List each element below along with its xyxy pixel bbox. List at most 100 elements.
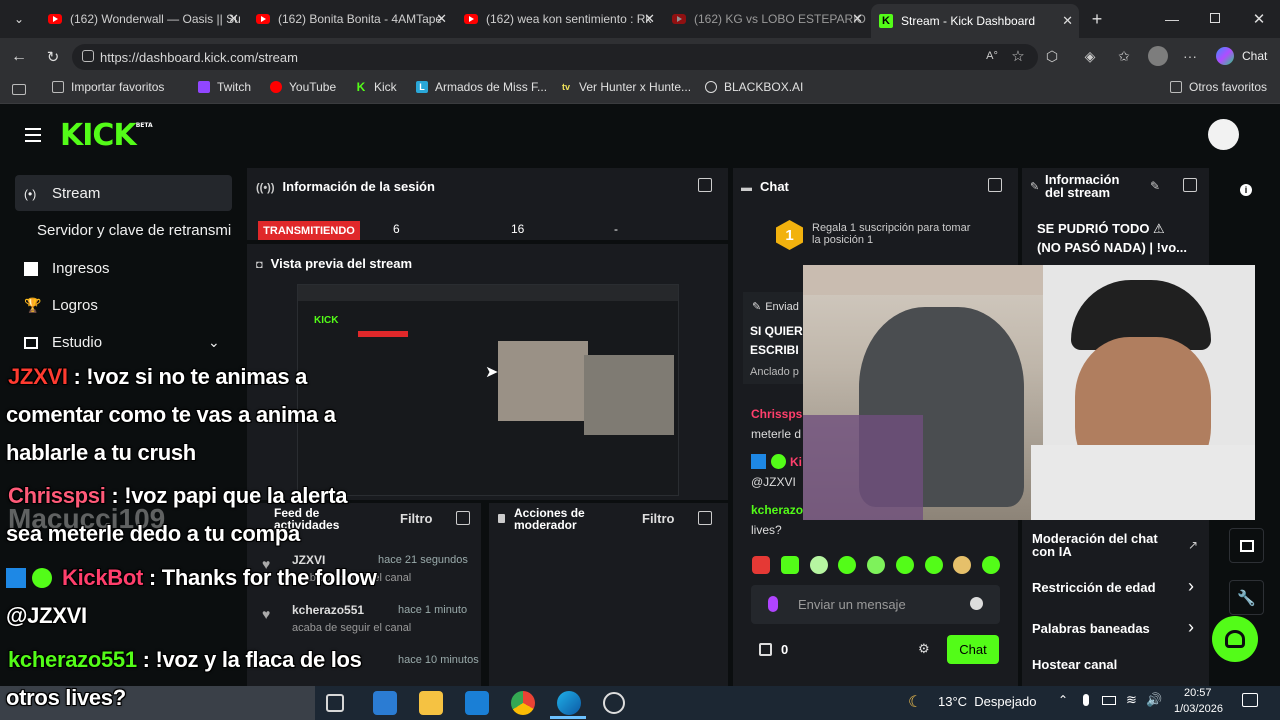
emoji-icon[interactable] (970, 597, 983, 610)
bookmark-kick[interactable]: K Kick (355, 80, 397, 94)
bookmark-youtube[interactable]: YouTube (270, 80, 336, 94)
send-chat-button[interactable]: Chat (947, 635, 999, 664)
microphone-icon[interactable] (1083, 694, 1089, 706)
emote-icon[interactable] (809, 556, 828, 574)
volume-icon[interactable]: 🔊 (1146, 692, 1162, 708)
bookmark-twitch[interactable]: Twitch (198, 80, 251, 94)
bookmark-other[interactable]: Otros favoritos (1170, 80, 1267, 94)
close-window-icon[interactable]: ✕ (1248, 8, 1270, 30)
address-bar[interactable]: https://dashboard.kick.com/stream (72, 44, 1038, 70)
bookmark-armados[interactable]: L Armados de Miss F... (416, 80, 547, 94)
tab-bonita[interactable]: (162) Bonita Bonita - 4AMTape ✕ (248, 6, 453, 32)
mic-icon[interactable] (768, 596, 778, 612)
tab-kick-dashboard[interactable]: K Stream - Kick Dashboard ✕ (871, 4, 1079, 38)
info-icon[interactable]: i (1240, 184, 1252, 196)
close-tab-icon[interactable]: ✕ (852, 11, 863, 27)
file-explorer-icon[interactable] (419, 691, 443, 715)
popout-icon[interactable] (456, 511, 470, 525)
reload-icon[interactable]: ↻ (42, 46, 64, 68)
maximize-icon[interactable] (1210, 13, 1220, 23)
close-tab-icon[interactable]: ✕ (228, 11, 239, 27)
bookmark-blackbox[interactable]: BLACKBOX.AI (705, 80, 803, 94)
sidebar-item-estudio[interactable]: Estudio ⌄ (24, 334, 220, 351)
favorite-star-icon[interactable]: ☆ (1008, 46, 1028, 66)
hamburger-menu-icon[interactable] (25, 128, 41, 142)
external-link-icon[interactable]: ↗ (1188, 538, 1198, 552)
ai-moderation-link[interactable]: Moderación del chat con IA (1032, 532, 1182, 558)
obs-icon[interactable] (603, 692, 625, 714)
bookmark-import[interactable]: Importar favoritos (52, 80, 164, 94)
host-channel-link[interactable]: Hostear canal (1032, 657, 1117, 672)
tab-wea[interactable]: (162) wea kon sentimiento : Rk ✕ (456, 6, 661, 32)
emote-icon[interactable] (953, 556, 972, 574)
tab-actions-chevron-icon[interactable]: ⌄ (8, 9, 30, 29)
back-icon[interactable]: ← (8, 46, 30, 68)
copilot-icon[interactable] (1216, 47, 1234, 65)
chat-username[interactable]: Ki (790, 455, 802, 469)
task-view-icon[interactable] (326, 694, 344, 712)
emote-icon[interactable] (895, 556, 914, 574)
store-icon[interactable] (373, 691, 397, 715)
mod-filter-button[interactable]: Filtro (642, 511, 675, 526)
popout-icon[interactable] (698, 178, 712, 192)
app-icon[interactable] (465, 691, 489, 715)
stream-preview-video[interactable]: KICK (297, 284, 679, 496)
new-tab-icon[interactable]: + (1086, 8, 1108, 30)
sidebar-item-logros[interactable]: 🏆 Logros (24, 297, 98, 314)
age-restriction-link[interactable]: Restricción de edad (1032, 580, 1156, 595)
edit-icon[interactable]: ✎ (1150, 179, 1160, 193)
notifications-icon[interactable] (1242, 693, 1258, 707)
activity-filter-button[interactable]: Filtro (400, 511, 433, 526)
support-chat-button[interactable] (1212, 616, 1258, 662)
weather-text[interactable]: 13°C Despejado (938, 694, 1036, 709)
emote-icon[interactable] (982, 556, 1000, 574)
minimize-icon[interactable]: — (1160, 8, 1184, 30)
activity-user[interactable]: kcherazo551 (292, 603, 364, 617)
chevron-down-icon[interactable]: ⌄ (208, 334, 220, 351)
sidebar-item-server-key[interactable]: Servidor y clave de retransmi (37, 222, 245, 239)
user-avatar[interactable] (1208, 119, 1239, 150)
site-info-icon[interactable] (82, 50, 94, 62)
tools-button[interactable]: 🔧 (1229, 580, 1264, 615)
emote-icon[interactable] (924, 556, 943, 574)
more-menu-icon[interactable]: ··· (1180, 46, 1200, 66)
sidebar-toggle-icon[interactable] (12, 84, 26, 95)
chevron-up-icon[interactable]: ⌃ (1058, 693, 1068, 707)
chrome-icon[interactable] (511, 691, 535, 715)
emote-icon[interactable] (780, 556, 799, 574)
kick-logo[interactable]: KICKBETA (60, 118, 153, 153)
dashboard-layout-button[interactable] (1229, 528, 1264, 563)
edge-icon[interactable] (557, 691, 581, 715)
wifi-icon[interactable]: ≋ (1126, 692, 1137, 708)
clock-time[interactable]: 20:57 (1184, 687, 1212, 699)
close-tab-icon[interactable]: ✕ (1062, 13, 1073, 29)
chat-settings-icon[interactable]: ⚙ (918, 641, 930, 657)
sidebar-item-stream[interactable]: (•) Stream (24, 185, 100, 202)
bookmark-hunter[interactable]: tv Ver Hunter x Hunte... (560, 80, 691, 94)
close-tab-icon[interactable]: ✕ (644, 11, 655, 27)
clock-date[interactable]: 1/03/2026 (1174, 703, 1223, 715)
tab-kg[interactable]: (162) KG vs LOBO ESTEPARIO | K ✕ (664, 6, 869, 32)
close-tab-icon[interactable]: ✕ (436, 11, 447, 27)
favorites-bar-icon[interactable]: ✩ (1114, 46, 1134, 66)
chat-username[interactable]: kcherazo (751, 503, 803, 517)
gift-sub-prompt[interactable]: Regala 1 suscripción para tomar la posic… (812, 222, 972, 246)
emote-icon[interactable] (838, 556, 857, 574)
chevron-right-icon[interactable]: › (1188, 617, 1194, 638)
tab-wonderwall[interactable]: (162) Wonderwall — Oasis || Su ✕ (40, 6, 245, 32)
collections-icon[interactable]: ◈ (1080, 46, 1100, 66)
chat-username[interactable]: Chrissps (751, 407, 802, 421)
popout-icon[interactable] (1183, 178, 1197, 192)
popout-icon[interactable] (988, 178, 1002, 192)
battery-icon[interactable] (1102, 696, 1116, 705)
sidebar-item-ingresos[interactable]: Ingresos (24, 260, 110, 277)
chevron-right-icon[interactable]: › (1188, 576, 1194, 597)
emote-icon[interactable] (867, 556, 885, 574)
gift-icon[interactable] (759, 643, 772, 656)
extensions-icon[interactable]: ⬡ (1042, 46, 1062, 66)
banned-words-link[interactable]: Palabras baneadas (1032, 621, 1150, 636)
emote-icon[interactable] (752, 556, 770, 574)
profile-avatar[interactable] (1148, 46, 1168, 66)
copilot-chat-label[interactable]: Chat (1242, 49, 1267, 63)
read-aloud-icon[interactable]: A° (983, 47, 1001, 65)
